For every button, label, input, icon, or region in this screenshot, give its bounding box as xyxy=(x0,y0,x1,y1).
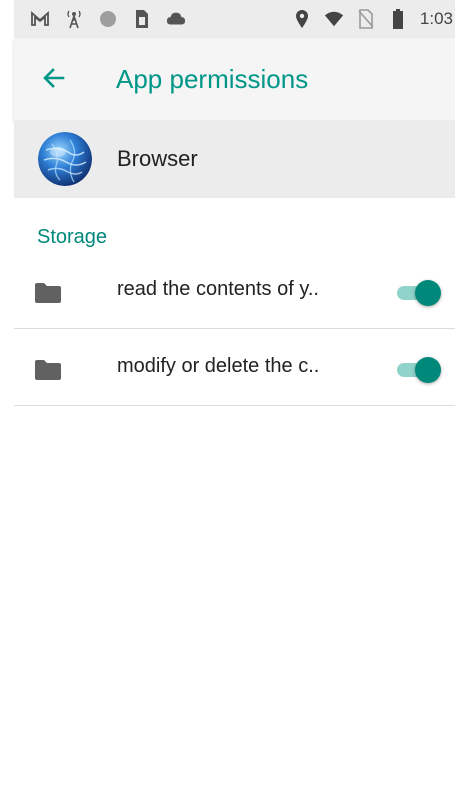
arrow-back-icon xyxy=(41,65,67,96)
folder-icon xyxy=(34,282,62,304)
app-header: Browser xyxy=(14,120,455,198)
section-header-storage: Storage xyxy=(37,226,108,248)
toggle-thumb xyxy=(415,280,441,306)
folder-icon xyxy=(34,359,62,381)
page-title: App permissions xyxy=(116,64,309,94)
left-strip xyxy=(0,0,14,803)
app-name: Browser xyxy=(117,146,198,171)
status-bar-right: 1:03 xyxy=(292,0,453,38)
sim-icon xyxy=(132,9,152,29)
permission-row-modify[interactable]: modify or delete the c.. xyxy=(14,329,455,406)
no-sim-icon xyxy=(356,9,376,29)
wifi-icon xyxy=(324,9,344,29)
permission-label: read the contents of y.. xyxy=(117,278,319,300)
battery-icon xyxy=(388,9,408,29)
cloud-icon xyxy=(166,9,186,29)
status-bar-left xyxy=(30,0,186,38)
circle-icon xyxy=(98,9,118,29)
app-bar: App permissions xyxy=(14,38,455,120)
permission-row-read[interactable]: read the contents of y.. xyxy=(14,252,455,329)
permission-toggle[interactable] xyxy=(395,278,443,308)
status-bar: 1:03 xyxy=(14,0,455,38)
divider xyxy=(14,405,455,406)
back-button[interactable] xyxy=(36,62,72,98)
screen: 1:03 App permissions Browser Storage rea… xyxy=(0,0,455,803)
location-icon xyxy=(292,9,312,29)
content: 1:03 App permissions Browser Storage rea… xyxy=(14,0,455,803)
permission-label: modify or delete the c.. xyxy=(117,355,320,377)
permission-toggle[interactable] xyxy=(395,355,443,385)
status-time: 1:03 xyxy=(419,9,453,28)
toggle-thumb xyxy=(415,357,441,383)
gmail-icon xyxy=(30,9,50,29)
browser-globe-icon xyxy=(38,132,92,186)
tower-icon xyxy=(64,9,84,29)
